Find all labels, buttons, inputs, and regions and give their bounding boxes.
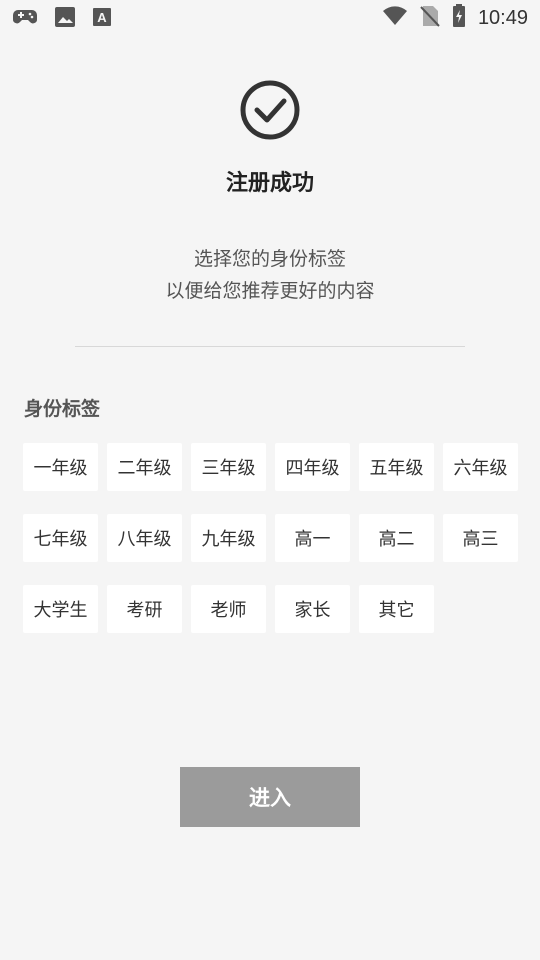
- image-icon: [54, 6, 76, 32]
- check-circle-icon: [240, 80, 300, 140]
- tag-grade-4[interactable]: 四年级: [275, 443, 350, 491]
- status-left-icons: A: [12, 6, 112, 32]
- divider: [75, 346, 465, 347]
- enter-button[interactable]: 进入: [180, 767, 360, 827]
- tag-university[interactable]: 大学生: [23, 585, 98, 633]
- tag-postgrad-exam[interactable]: 考研: [107, 585, 182, 633]
- status-right-icons: 10:49: [382, 4, 528, 32]
- tag-senior-1[interactable]: 高一: [275, 514, 350, 562]
- font-icon-letter: A: [97, 10, 107, 25]
- tag-parent[interactable]: 家长: [275, 585, 350, 633]
- status-time: 10:49: [477, 6, 528, 29]
- battery-charging-icon: [452, 4, 466, 32]
- tag-grade-2[interactable]: 二年级: [107, 443, 182, 491]
- subtitle-line-2: 以便给您推荐更好的内容: [165, 280, 375, 302]
- tag-grade-6[interactable]: 六年级: [443, 443, 518, 491]
- section-title-identity: 身份标签: [24, 398, 101, 420]
- tag-senior-3[interactable]: 高三: [443, 514, 518, 562]
- tag-teacher[interactable]: 老师: [191, 585, 266, 633]
- subtitle-line-1: 选择您的身份标签: [193, 248, 346, 270]
- tag-grade-1[interactable]: 一年级: [23, 443, 98, 491]
- no-sim-icon: [420, 5, 440, 31]
- tag-grade-5[interactable]: 五年级: [359, 443, 434, 491]
- tag-grade-9[interactable]: 九年级: [191, 514, 266, 562]
- page-title: 注册成功: [225, 171, 314, 196]
- gamepad-icon: [12, 7, 38, 31]
- tag-grade-8[interactable]: 八年级: [107, 514, 182, 562]
- font-a-icon: A: [92, 7, 112, 31]
- identity-tag-grid: 一年级 二年级 三年级 四年级 五年级 六年级 七年级 八年级 九年级 高一 高…: [23, 443, 523, 633]
- tag-senior-2[interactable]: 高二: [359, 514, 434, 562]
- status-bar: A 10:49: [0, 0, 540, 36]
- tag-grade-7[interactable]: 七年级: [23, 514, 98, 562]
- tag-grade-3[interactable]: 三年级: [191, 443, 266, 491]
- wifi-icon: [382, 5, 408, 31]
- tag-other[interactable]: 其它: [359, 585, 434, 633]
